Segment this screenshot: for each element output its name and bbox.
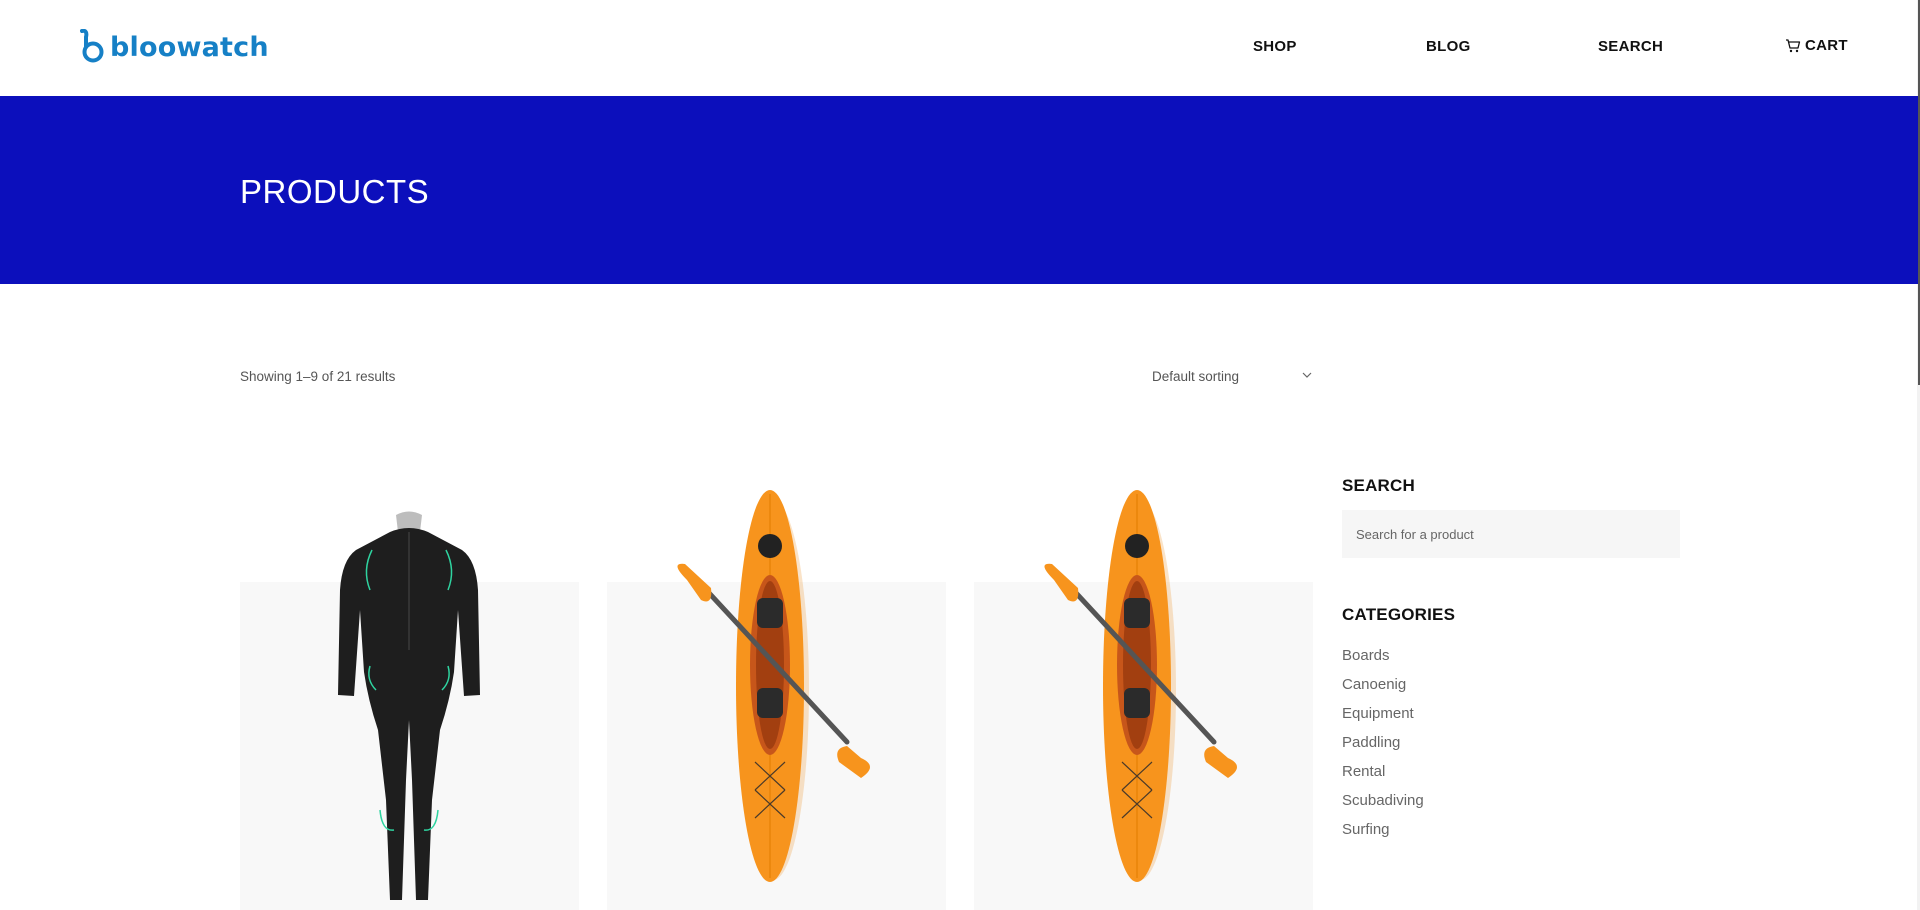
product-search-input[interactable]	[1342, 510, 1680, 558]
kayak-with-paddle-image[interactable]	[974, 480, 1313, 910]
product-card[interactable]	[974, 480, 1313, 910]
site-logo[interactable]: bloowatch	[78, 29, 269, 65]
nav-cart[interactable]: CART	[1785, 37, 1848, 54]
category-link[interactable]: Rental	[1342, 763, 1424, 792]
category-link[interactable]: Scubadiving	[1342, 792, 1424, 821]
kayak-with-paddle-image[interactable]	[607, 480, 946, 910]
categories-widget-title: CATEGORIES	[1342, 605, 1456, 624]
category-link[interactable]: Canoenig	[1342, 676, 1424, 705]
nav-search[interactable]: SEARCH	[1598, 38, 1663, 55]
result-count: Showing 1–9 of 21 results	[240, 369, 396, 384]
category-list: Boards Canoenig Equipment Paddling Renta…	[1342, 647, 1424, 850]
category-link[interactable]: Surfing	[1342, 821, 1424, 850]
page-title: PRODUCTS	[240, 173, 430, 210]
sort-selected-value: Default sorting	[1152, 369, 1240, 384]
sort-select[interactable]: Default sorting	[1152, 369, 1312, 384]
category-link[interactable]: Equipment	[1342, 705, 1424, 734]
logo-text: bloowatch	[110, 31, 269, 63]
site-header: bloowatch SHOP BLOG SEARCH CART	[0, 0, 1918, 96]
product-card[interactable]	[240, 480, 579, 910]
nav-blog[interactable]: BLOG	[1426, 38, 1471, 55]
chevron-down-icon	[1302, 372, 1312, 378]
cart-label: CART	[1805, 37, 1848, 54]
wetsuit-image[interactable]	[240, 480, 579, 910]
page-banner: PRODUCTS	[0, 96, 1918, 284]
search-widget-title: SEARCH	[1342, 476, 1415, 495]
product-card[interactable]	[607, 480, 946, 910]
nav-shop[interactable]: SHOP	[1253, 38, 1297, 55]
category-link[interactable]: Boards	[1342, 647, 1424, 676]
logo-mark-icon	[80, 29, 104, 63]
cart-icon	[1786, 38, 1801, 52]
category-link[interactable]: Paddling	[1342, 734, 1424, 763]
